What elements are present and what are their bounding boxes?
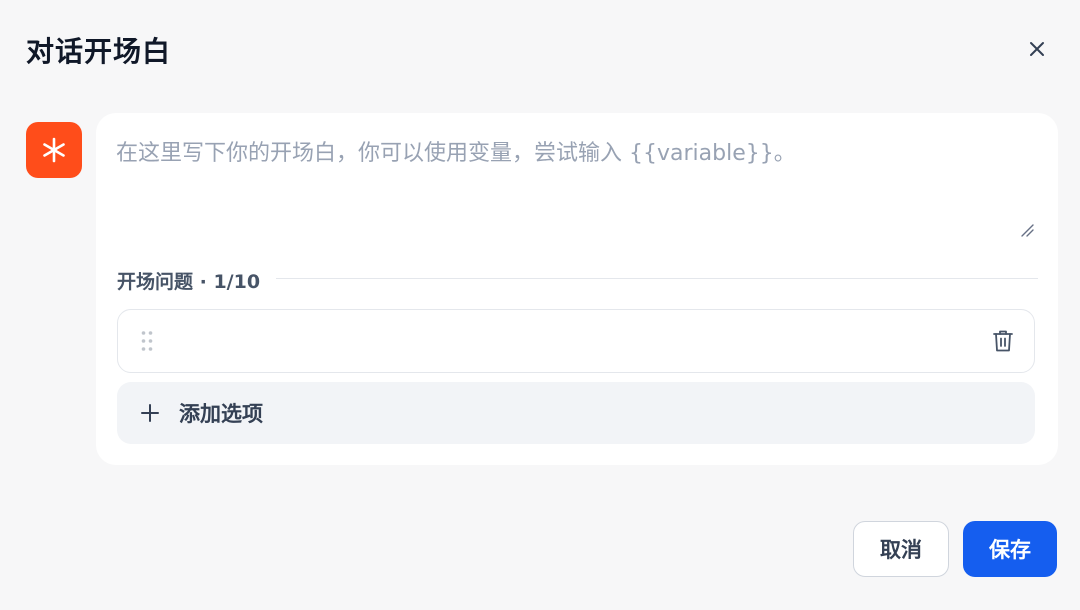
trash-icon xyxy=(993,330,1013,352)
resize-handle-icon[interactable] xyxy=(1020,223,1034,237)
save-button[interactable]: 保存 xyxy=(963,521,1057,577)
avatar xyxy=(26,122,82,178)
delete-option-button[interactable] xyxy=(990,328,1016,354)
asterisk-icon xyxy=(43,137,65,163)
section-divider xyxy=(276,278,1038,279)
opening-statement-input[interactable] xyxy=(116,135,1038,247)
close-icon xyxy=(1030,42,1044,56)
question-option-row xyxy=(117,309,1035,373)
dialog-title: 对话开场白 xyxy=(26,35,172,68)
close-button[interactable] xyxy=(1020,32,1054,66)
opening-questions-label: 开场问题 · 1/10 xyxy=(117,271,261,293)
question-option-input[interactable] xyxy=(174,322,974,360)
plus-icon xyxy=(141,404,159,422)
drag-handle-icon[interactable] xyxy=(140,330,154,352)
add-option-button[interactable]: 添加选项 xyxy=(117,382,1035,444)
opening-editor-card: 开场问题 · 1/10 xyxy=(96,113,1058,465)
add-option-label: 添加选项 xyxy=(179,402,263,426)
opening-statement-dialog: 对话开场白 开场问题 · 1/10 xyxy=(0,0,1080,610)
cancel-button[interactable]: 取消 xyxy=(853,521,949,577)
